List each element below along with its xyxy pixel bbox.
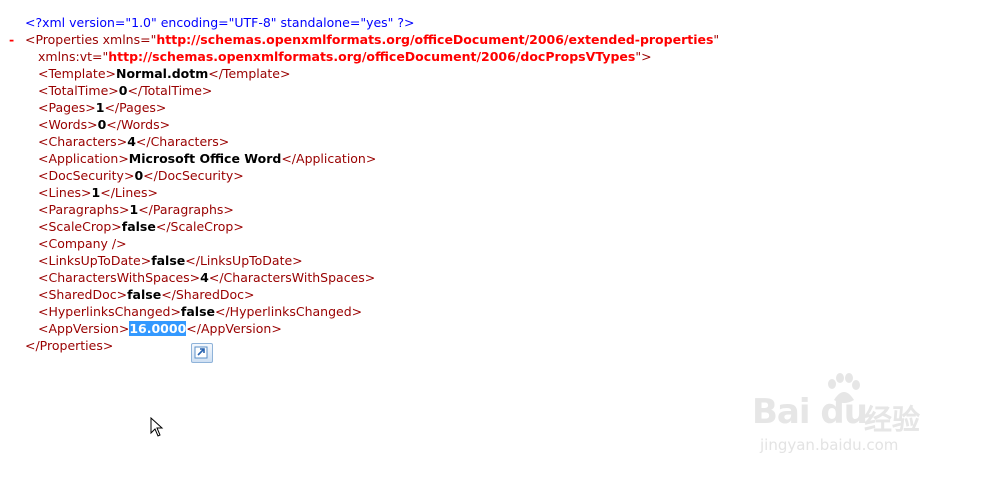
xmlns-attr-name: xmlns=" (102, 32, 157, 47)
element-open-tag: <DocSecurity> (38, 168, 135, 183)
element-close-tag: </Characters> (135, 134, 230, 149)
xmlns-vt-attr-name: xmlns:vt=" (38, 49, 109, 64)
xml-viewer: <?xml version="1.0" encoding="UTF-8" sta… (0, 14, 983, 354)
element-open-tag: <Company /> (38, 236, 127, 251)
element-line: <DocSecurity>0</DocSecurity> (0, 167, 983, 184)
element-value[interactable]: 0 (134, 168, 143, 183)
element-list: <Template>Normal.dotm</Template> <TotalTi… (0, 65, 983, 337)
element-close-tag: </Lines> (100, 185, 158, 200)
element-close-tag: </Template> (208, 66, 291, 81)
element-close-tag: </TotalTime> (127, 83, 213, 98)
element-line: <Characters>4</Characters> (0, 133, 983, 150)
element-line: <Words>0</Words> (0, 116, 983, 133)
element-open-tag: <AppVersion> (38, 321, 130, 336)
element-close-tag: </SharedDoc> (161, 287, 255, 302)
root-open-tag: <Properties (25, 32, 103, 47)
mouse-pointer-icon (150, 416, 164, 440)
element-close-tag: </CharactersWithSpaces> (208, 270, 376, 285)
element-line: <ScaleCrop>false</ScaleCrop> (0, 218, 983, 235)
element-close-tag: </HyperlinksChanged> (215, 304, 363, 319)
element-value[interactable]: Normal.dotm (116, 66, 208, 81)
element-close-tag: </LinksUpToDate> (185, 253, 303, 268)
watermark-cn: 经验 (864, 403, 921, 436)
element-line: <HyperlinksChanged>false</HyperlinksChan… (0, 303, 983, 320)
element-open-tag: <Application> (38, 151, 129, 166)
baidu-watermark: Bai du 经验 jingyan.baidu.com (752, 372, 972, 462)
element-open-tag: <TotalTime> (38, 83, 119, 98)
element-close-tag: </AppVersion> (186, 321, 282, 336)
element-open-tag: <Lines> (38, 185, 92, 200)
root-open-line: - <Properties xmlns="http://schemas.open… (0, 31, 983, 48)
element-open-tag: <SharedDoc> (38, 287, 128, 302)
element-value[interactable]: Microsoft Office Word (129, 151, 282, 166)
element-line: <Template>Normal.dotm</Template> (0, 65, 983, 82)
element-value[interactable]: 0 (98, 117, 107, 132)
element-line: <SharedDoc>false</SharedDoc> (0, 286, 983, 303)
element-open-tag: <Characters> (38, 134, 128, 149)
root-close-line: </Properties> (0, 337, 983, 354)
xmlns-attr-value: http://schemas.openxmlformats.org/office… (156, 32, 714, 47)
element-close-tag: </DocSecurity> (143, 168, 244, 183)
element-line: <Paragraphs>1</Paragraphs> (0, 201, 983, 218)
element-value[interactable]: 1 (92, 185, 101, 200)
element-line: <CharactersWithSpaces>4</CharactersWithS… (0, 269, 983, 286)
root-attr2-line: xmlns:vt="http://schemas.openxmlformats.… (0, 48, 983, 65)
watermark-logo: Bai du (752, 392, 868, 432)
element-value[interactable]: false (151, 253, 185, 268)
element-value-selected[interactable]: 16.0000 (129, 321, 187, 336)
element-open-tag: <ScaleCrop> (38, 219, 122, 234)
element-line: <Lines>1</Lines> (0, 184, 983, 201)
element-value[interactable]: false (181, 304, 215, 319)
element-value[interactable]: false (127, 287, 161, 302)
element-open-tag: <Words> (38, 117, 98, 132)
xmlns-attr-close: " (713, 32, 720, 47)
element-open-tag: <Pages> (38, 100, 96, 115)
element-close-tag: </Words> (106, 117, 171, 132)
xml-declaration: <?xml version="1.0" encoding="UTF-8" sta… (25, 15, 415, 30)
element-close-tag: </Pages> (104, 100, 167, 115)
element-value[interactable]: 4 (200, 270, 209, 285)
xmlns-vt-attr-value: http://schemas.openxmlformats.org/office… (108, 49, 636, 64)
element-value[interactable]: 4 (127, 134, 136, 149)
xmlns-vt-attr-close: "> (635, 49, 652, 64)
paste-options-icon[interactable] (191, 343, 213, 363)
element-line: <Pages>1</Pages> (0, 99, 983, 116)
element-close-tag: </Application> (281, 151, 377, 166)
element-open-tag: <CharactersWithSpaces> (38, 270, 201, 285)
element-open-tag: <HyperlinksChanged> (38, 304, 181, 319)
element-value[interactable]: 1 (130, 202, 139, 217)
element-value[interactable]: false (122, 219, 156, 234)
element-line: <Company /> (0, 235, 983, 252)
element-line: <TotalTime>0</TotalTime> (0, 82, 983, 99)
element-line: <LinksUpToDate>false</LinksUpToDate> (0, 252, 983, 269)
root-close-tag: </Properties> (25, 338, 114, 353)
element-line: <Application>Microsoft Office Word</Appl… (0, 150, 983, 167)
collapse-toggle[interactable]: - (9, 31, 14, 48)
xml-declaration-line: <?xml version="1.0" encoding="UTF-8" sta… (0, 14, 983, 31)
element-open-tag: <LinksUpToDate> (38, 253, 152, 268)
element-open-tag: <Paragraphs> (38, 202, 130, 217)
element-line: <AppVersion>16.0000</AppVersion> (0, 320, 983, 337)
element-close-tag: </ScaleCrop> (155, 219, 244, 234)
element-open-tag: <Template> (38, 66, 116, 81)
element-close-tag: </Paragraphs> (138, 202, 234, 217)
watermark-url: jingyan.baidu.com (760, 436, 899, 454)
